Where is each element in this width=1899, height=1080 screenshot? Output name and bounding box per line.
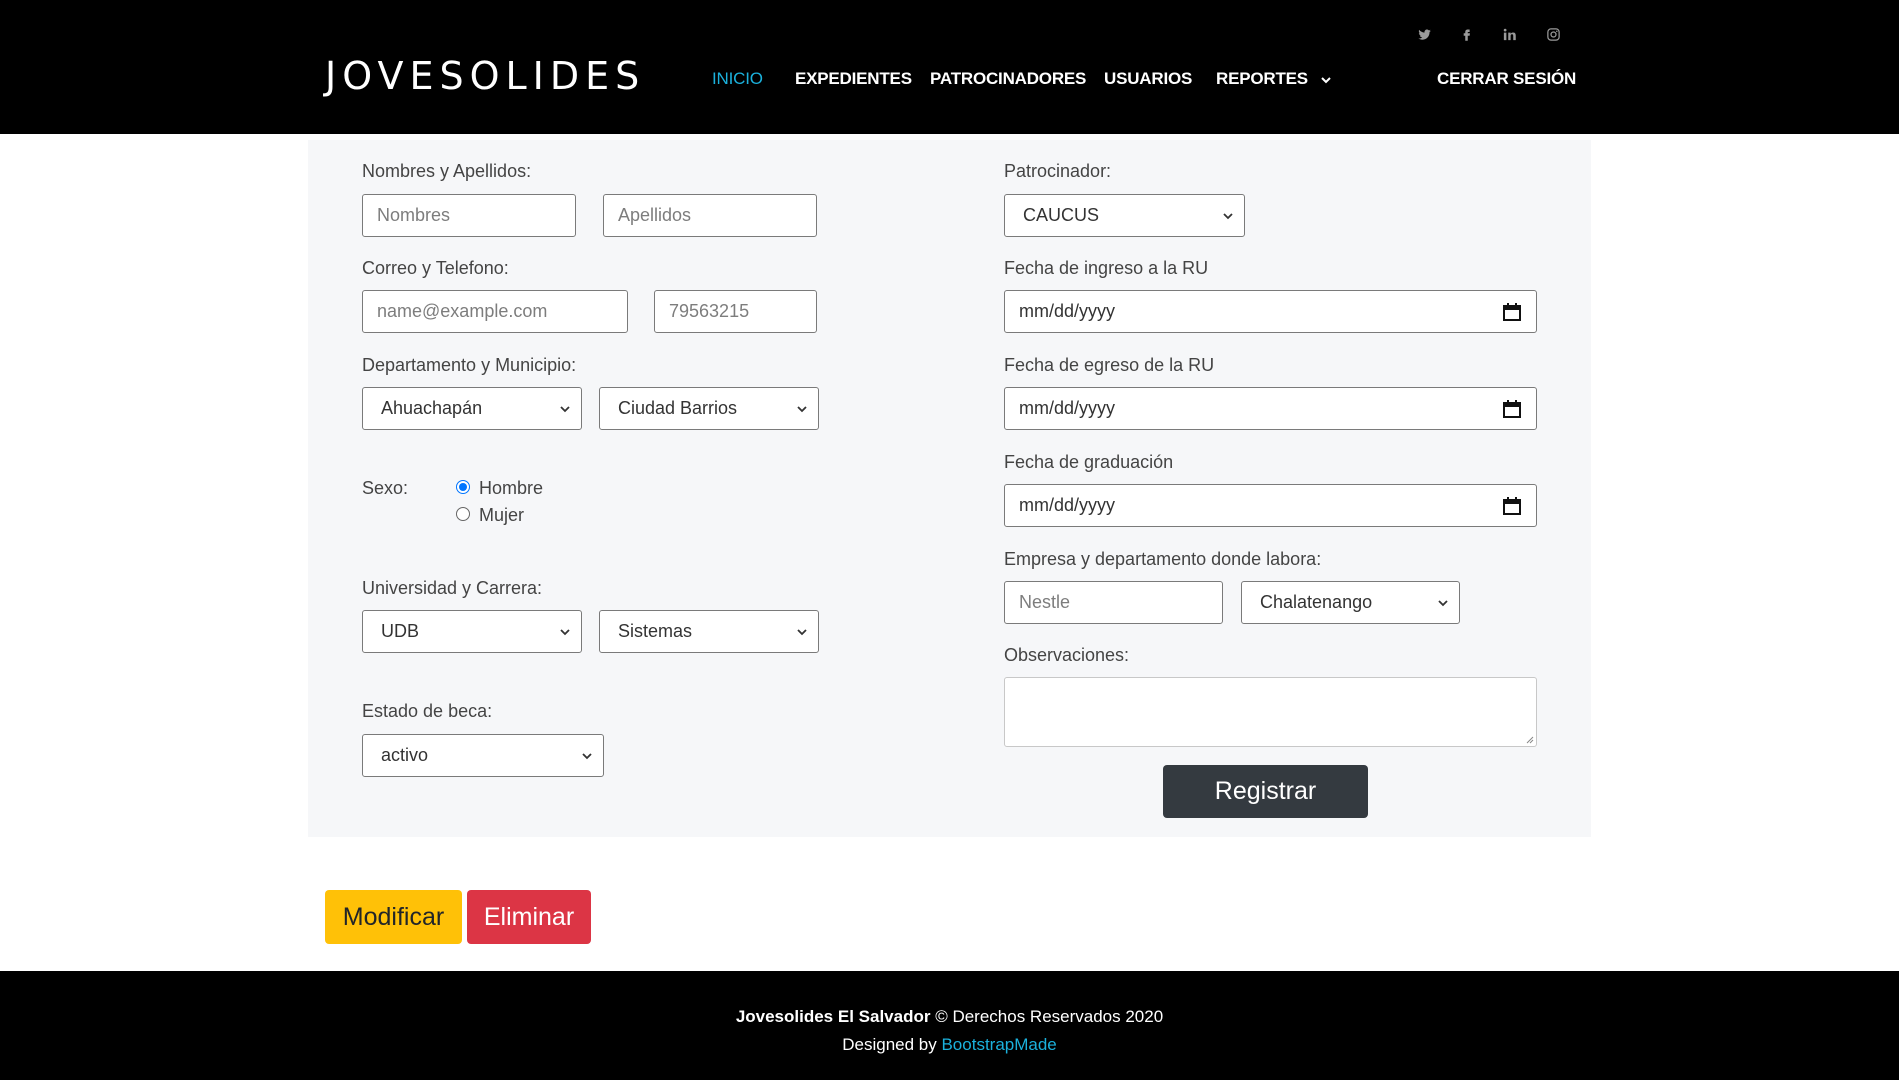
egreso-date-input[interactable]: mm/dd/yyyy <box>1004 387 1537 430</box>
egreso-date-placeholder: mm/dd/yyyy <box>1019 398 1116 418</box>
ingreso-label: Fecha de ingreso a la RU <box>1004 258 1209 278</box>
departamento-select[interactable]: Ahuachapán <box>362 387 582 430</box>
nav-expedientes[interactable]: EXPEDIENTES <box>795 68 912 90</box>
empresa-placeholder: Nestle <box>1019 592 1071 612</box>
observaciones-label: Observaciones: <box>1004 645 1130 665</box>
footer-designed-prefix: Designed by <box>842 1035 942 1054</box>
universidad-select[interactable]: UDB <box>362 610 582 653</box>
nav-patrocinadores[interactable]: PATROCINADORES <box>930 68 1086 90</box>
patrocinador-value: CAUCUS <box>1023 205 1100 225</box>
logout-link[interactable]: CERRAR SESIÓN <box>1437 68 1576 90</box>
chevron-down-icon <box>560 405 570 412</box>
estado-label: Estado de beca: <box>362 701 493 721</box>
sexo-label: Sexo: <box>362 478 409 498</box>
nav-inicio[interactable]: INICIO <box>712 68 763 90</box>
site-header: JOVESOLIDES INICIO EXPEDIENTES PATROCINA… <box>0 0 1899 134</box>
chevron-down-icon <box>1223 212 1233 219</box>
carrera-value: Sistemas <box>618 621 693 641</box>
linkedin-icon[interactable] <box>1499 24 1519 44</box>
eliminar-button[interactable]: Eliminar <box>467 890 591 944</box>
footer-credits: Designed by BootstrapMade <box>0 1034 1899 1056</box>
universidad-value: UDB <box>381 621 420 641</box>
estado-value: activo <box>381 745 429 765</box>
egreso-label: Fecha de egreso de la RU <box>1004 355 1215 375</box>
observaciones-textarea[interactable] <box>1004 677 1537 747</box>
site-footer: Jovesolides El Salvador © Derechos Reser… <box>0 971 1899 1080</box>
sexo-mujer-radio[interactable] <box>456 507 470 521</box>
telefono-placeholder: 79563215 <box>669 301 750 321</box>
universidad-label: Universidad y Carrera: <box>362 578 543 598</box>
instagram-icon[interactable] <box>1543 24 1563 44</box>
nav-reportes-label: REPORTES <box>1216 69 1308 88</box>
bootstrapmade-link[interactable]: BootstrapMade <box>941 1035 1056 1054</box>
calendar-icon[interactable] <box>1502 399 1522 419</box>
correo-label: Correo y Telefono: <box>362 258 509 278</box>
sexo-hombre-radio[interactable] <box>456 480 470 494</box>
nav-reportes[interactable]: REPORTES <box>1216 68 1332 90</box>
empresa-input[interactable]: Nestle <box>1004 581 1223 624</box>
sexo-hombre-label: Hombre <box>479 478 544 498</box>
nav-usuarios[interactable]: USUARIOS <box>1104 68 1192 90</box>
chevron-down-icon <box>1321 76 1332 83</box>
graduacion-date-input[interactable]: mm/dd/yyyy <box>1004 484 1537 527</box>
chevron-down-icon <box>1438 599 1448 606</box>
empresa-depto-value: Chalatenango <box>1260 592 1373 612</box>
footer-copyright: Jovesolides El Salvador © Derechos Reser… <box>0 1006 1899 1028</box>
ingreso-date-placeholder: mm/dd/yyyy <box>1019 301 1116 321</box>
email-input[interactable]: name@example.com <box>362 290 628 333</box>
graduacion-label: Fecha de graduación <box>1004 452 1174 472</box>
patrocinador-select[interactable]: CAUCUS <box>1004 194 1245 237</box>
departamento-value: Ahuachapán <box>381 398 483 418</box>
depto-label: Departamento y Municipio: <box>362 355 577 375</box>
estado-select[interactable]: activo <box>362 734 604 777</box>
chevron-down-icon <box>797 405 807 412</box>
registrar-button[interactable]: Registrar <box>1163 765 1368 818</box>
brand-logo[interactable]: JOVESOLIDES <box>325 52 645 100</box>
footer-brand: Jovesolides El Salvador <box>735 1007 931 1026</box>
empresa-label: Empresa y departamento donde labora: <box>1004 549 1322 569</box>
ingreso-date-input[interactable]: mm/dd/yyyy <box>1004 290 1537 333</box>
chevron-down-icon <box>797 628 807 635</box>
carrera-select[interactable]: Sistemas <box>599 610 819 653</box>
municipio-select[interactable]: Ciudad Barrios <box>599 387 819 430</box>
footer-rights: © Derechos Reservados 2020 <box>930 1007 1164 1026</box>
nombres-input[interactable]: Nombres <box>362 194 576 237</box>
apellidos-input[interactable]: Apellidos <box>603 194 817 237</box>
calendar-icon[interactable] <box>1502 496 1522 516</box>
chevron-down-icon <box>582 752 592 759</box>
sexo-mujer-label: Mujer <box>479 505 525 525</box>
patrocinador-label: Patrocinador: <box>1004 161 1112 181</box>
email-placeholder: name@example.com <box>377 301 548 321</box>
modificar-button[interactable]: Modificar <box>325 890 462 944</box>
twitter-icon[interactable] <box>1414 24 1434 44</box>
empresa-depto-select[interactable]: Chalatenango <box>1241 581 1460 624</box>
calendar-icon[interactable] <box>1502 302 1522 322</box>
graduacion-date-placeholder: mm/dd/yyyy <box>1019 495 1116 515</box>
resize-handle-icon[interactable] <box>1524 734 1534 744</box>
municipio-value: Ciudad Barrios <box>618 398 738 418</box>
telefono-input[interactable]: 79563215 <box>654 290 817 333</box>
chevron-down-icon <box>560 628 570 635</box>
apellidos-placeholder: Apellidos <box>618 205 692 225</box>
nombres-label: Nombres y Apellidos: <box>362 161 532 181</box>
facebook-icon[interactable] <box>1456 24 1476 44</box>
nombres-placeholder: Nombres <box>377 205 451 225</box>
